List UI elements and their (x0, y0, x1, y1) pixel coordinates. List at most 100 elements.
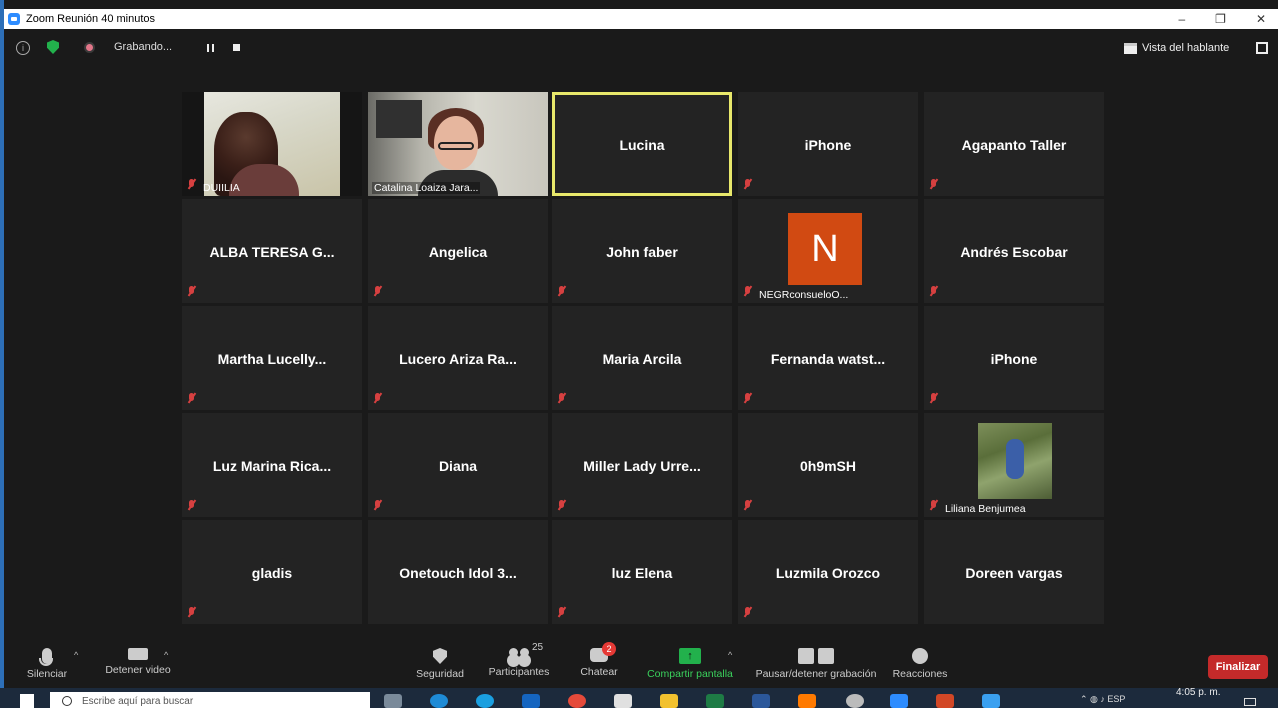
muted-mic-icon (929, 500, 938, 511)
participant-tile-active-speaker[interactable]: Lucina (552, 92, 732, 196)
participant-name: Diana (438, 458, 478, 474)
participant-name: NEGRconsueloO... (759, 289, 849, 301)
reactions-button[interactable]: Reacciones (890, 628, 950, 680)
participant-tile[interactable]: Martha Lucelly... (182, 306, 362, 410)
participants-label: Participantes (488, 666, 550, 678)
chat-button[interactable]: Chatear 2 (574, 628, 624, 678)
participant-tile[interactable]: John faber (552, 199, 732, 303)
share-options-caret-icon[interactable]: ^ (728, 650, 732, 660)
participants-count: 25 (532, 642, 544, 653)
participant-tile[interactable]: Luz Marina Rica... (182, 413, 362, 517)
window-title: Zoom Reunión 40 minutos (26, 13, 156, 25)
muted-mic-icon (743, 500, 752, 511)
participant-tile[interactable]: luz Elena (552, 520, 732, 624)
stop-recording-icon[interactable] (233, 44, 240, 51)
excel-icon[interactable] (706, 694, 724, 708)
participant-tile[interactable]: Liliana Benjumea (924, 413, 1104, 517)
participants-button[interactable]: Participantes 25 (484, 628, 554, 678)
participant-name: Luz Marina Rica... (212, 458, 332, 474)
muted-mic-icon (929, 179, 938, 190)
participant-tile[interactable]: Miller Lady Urre... (552, 413, 732, 517)
participant-video (368, 92, 548, 196)
security-shield-icon (433, 648, 447, 664)
participant-tile[interactable]: ALBA TERESA G... (182, 199, 362, 303)
participant-tile[interactable]: iPhone (924, 306, 1104, 410)
minimize-button[interactable]: – (1178, 12, 1185, 26)
video-options-caret-icon[interactable]: ^ (164, 650, 168, 660)
mute-button[interactable]: Silenciar (22, 628, 72, 680)
chat-label: Chatear (580, 666, 618, 678)
file-explorer-icon[interactable] (660, 694, 678, 708)
pause-recording-icon[interactable] (207, 44, 214, 52)
speaker-view-button[interactable]: Vista del hablante (1124, 39, 1229, 57)
end-meeting-button[interactable]: Finalizar (1208, 655, 1268, 679)
participant-tile[interactable]: DUIILIA (182, 92, 362, 196)
muted-mic-icon (187, 286, 196, 297)
close-button[interactable]: ✕ (1256, 12, 1266, 26)
windows-start-icon[interactable] (20, 694, 34, 708)
mail-icon[interactable] (522, 694, 540, 708)
chrome-icon[interactable] (568, 694, 586, 708)
pause-stop-recording-label: Pausar/detener grabación (755, 668, 877, 680)
mute-label: Silenciar (26, 668, 68, 680)
taskbar-clock[interactable]: 4:05 p. m. (1176, 687, 1220, 698)
task-view-icon[interactable] (384, 694, 402, 708)
muted-mic-icon (187, 393, 196, 404)
maximize-button[interactable]: ❐ (1215, 12, 1226, 26)
store-icon[interactable] (614, 694, 632, 708)
participant-tile[interactable]: Doreen vargas (924, 520, 1104, 624)
audio-options-caret-icon[interactable]: ^ (74, 650, 78, 660)
participant-name: Agapanto Taller (961, 137, 1067, 153)
participant-tile[interactable]: gladis (182, 520, 362, 624)
participant-tile[interactable]: Andrés Escobar (924, 199, 1104, 303)
participant-tile[interactable]: Maria Arcila (552, 306, 732, 410)
profile-photo (978, 423, 1052, 499)
participant-name: Andrés Escobar (960, 244, 1068, 260)
powerpoint-icon[interactable] (936, 694, 954, 708)
zoom-app-icon (8, 13, 20, 25)
participant-tile[interactable]: Luzmila Orozco (738, 520, 918, 624)
participant-name: Doreen vargas (965, 565, 1063, 581)
participant-tile[interactable]: N NEGRconsueloO... (738, 199, 918, 303)
participant-tile[interactable]: Catalina Loaiza Jara... (368, 92, 548, 196)
participant-tile[interactable]: Fernanda watst... (738, 306, 918, 410)
participant-video (204, 92, 340, 196)
muted-mic-icon (187, 607, 196, 618)
participant-name: Martha Lucelly... (217, 351, 327, 367)
participant-tile[interactable]: iPhone (738, 92, 918, 196)
windows-taskbar: Escribe aquí para buscar ⌃ ◍ ♪ ESP 4:05 … (0, 687, 1278, 708)
avatar: N (788, 213, 862, 285)
participant-name: DUIILIA (203, 182, 240, 194)
encryption-shield-icon[interactable] (47, 40, 59, 54)
muted-mic-icon (557, 286, 566, 297)
edge-icon[interactable] (430, 694, 448, 708)
firefox-icon[interactable] (798, 694, 816, 708)
view-grid-icon (1124, 42, 1137, 54)
participant-name: iPhone (990, 351, 1038, 367)
photos-icon[interactable] (982, 694, 1000, 708)
participant-tile[interactable]: Agapanto Taller (924, 92, 1104, 196)
word-icon[interactable] (752, 694, 770, 708)
skype-icon[interactable] (476, 694, 494, 708)
title-bar: Zoom Reunión 40 minutos – ❐ ✕ (4, 9, 1278, 29)
info-icon[interactable]: i (16, 41, 30, 55)
settings-gear-icon[interactable] (846, 694, 864, 708)
fullscreen-icon[interactable] (1256, 42, 1268, 54)
zoom-taskbar-icon[interactable] (890, 694, 908, 708)
reactions-smiley-icon (912, 648, 928, 664)
participant-tile[interactable]: Lucero Ariza Ra... (368, 306, 548, 410)
participant-tile[interactable]: Diana (368, 413, 548, 517)
window-frame (0, 0, 4, 708)
participant-tile[interactable]: Onetouch Idol 3... (368, 520, 548, 624)
participant-name: Angelica (428, 244, 488, 260)
participant-tile[interactable]: 0h9mSH (738, 413, 918, 517)
system-tray[interactable]: ⌃ ◍ ♪ ESP (1080, 694, 1125, 705)
security-button[interactable]: Seguridad (412, 628, 468, 680)
notifications-icon[interactable] (1244, 698, 1256, 706)
taskbar-search-box[interactable]: Escribe aquí para buscar (50, 692, 370, 708)
participant-name: Onetouch Idol 3... (399, 565, 517, 581)
share-screen-button[interactable]: ↑ Compartir pantalla (640, 628, 740, 680)
participant-tile[interactable]: Angelica (368, 199, 548, 303)
muted-mic-icon (743, 393, 752, 404)
pause-stop-recording-button[interactable]: Pausar/detener grabación (748, 628, 884, 680)
